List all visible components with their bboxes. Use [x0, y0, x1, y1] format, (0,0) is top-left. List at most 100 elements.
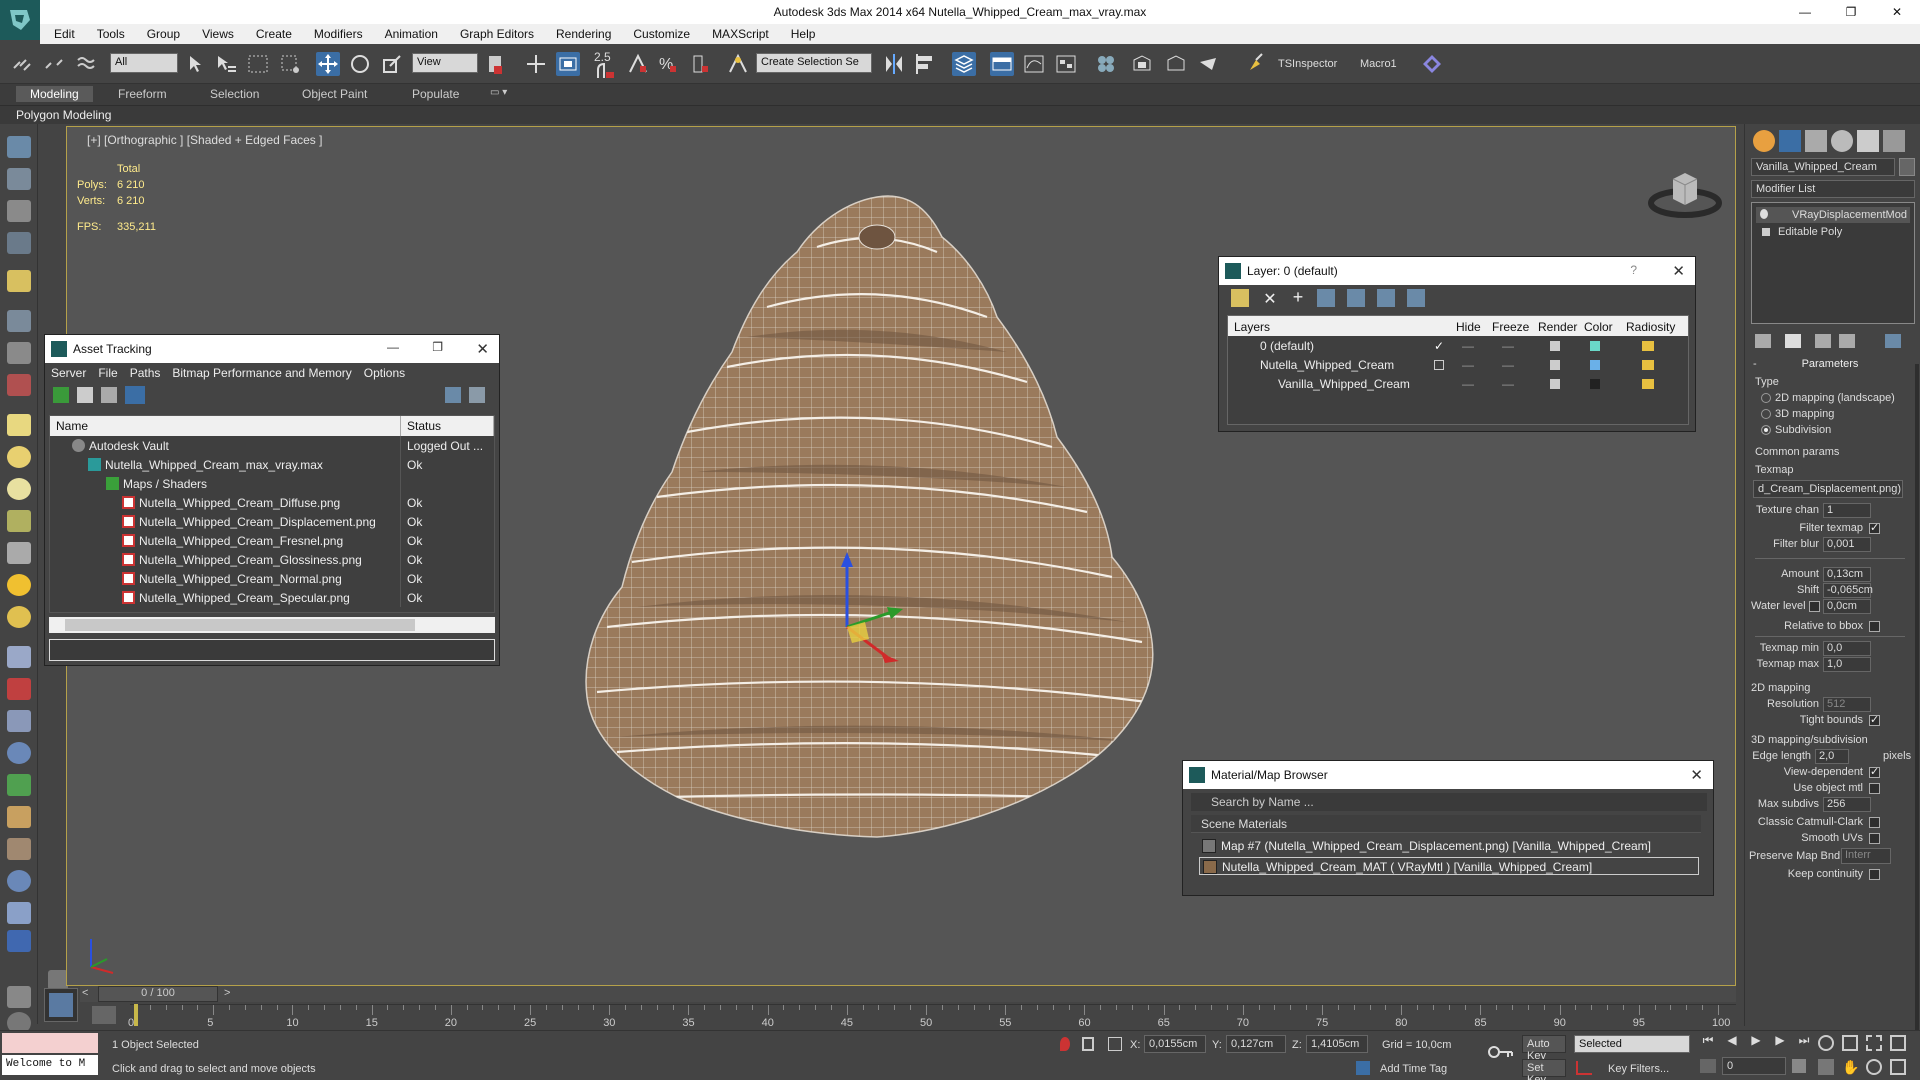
edge-length-spinner[interactable]: 2,0 [1815, 749, 1849, 764]
menu-group[interactable]: Group [147, 27, 180, 41]
select-objects-icon[interactable] [1317, 289, 1335, 307]
hide-all-icon[interactable] [1377, 289, 1395, 307]
table-row[interactable]: Maps / Shaders [50, 474, 494, 493]
layer-row[interactable]: Nutella_Whipped_Cream — — [1228, 355, 1688, 374]
grid-view-icon[interactable] [125, 386, 145, 404]
view-dependent-checkbox[interactable] [1869, 765, 1880, 778]
layer-col-layers[interactable]: Layers [1234, 320, 1270, 334]
selection-lock-icon[interactable] [1082, 1037, 1094, 1051]
water-level-spinner[interactable]: 0,0cm [1823, 599, 1871, 614]
layer-row[interactable]: 0 (default) ✓ — — [1228, 336, 1688, 355]
align-icon[interactable] [914, 52, 938, 76]
vray-proxy-icon[interactable] [7, 902, 31, 924]
mini-curve-editor-button[interactable] [44, 988, 78, 1022]
freeze-toggle[interactable]: — [1502, 377, 1514, 391]
render-setup-icon[interactable] [1130, 52, 1154, 76]
current-frame-marker[interactable] [134, 1004, 138, 1026]
refresh-icon[interactable] [53, 387, 69, 403]
snap-toggle-icon[interactable] [594, 60, 618, 80]
script-icon[interactable] [7, 986, 31, 1008]
menu-create[interactable]: Create [256, 27, 292, 41]
polygon-modeling-label[interactable]: Polygon Modeling [16, 108, 111, 122]
motion-tab-icon[interactable] [1831, 130, 1853, 152]
bind-spacewarp-icon[interactable] [74, 52, 98, 76]
key-tangent-icon[interactable] [1576, 1061, 1592, 1075]
play-icon[interactable]: ▶ [1748, 1033, 1764, 1049]
rollout-collapse-icon[interactable]: - [1753, 358, 1757, 370]
isolate-pin-icon[interactable] [1060, 1037, 1070, 1051]
menu-views[interactable]: Views [202, 27, 234, 41]
hide-toggle[interactable]: — [1462, 377, 1474, 391]
percent-snap-icon[interactable]: % [656, 52, 680, 76]
plane-icon[interactable] [7, 414, 31, 436]
modifier-stack-item[interactable]: VRayDisplacementMod [1756, 207, 1910, 223]
named-selection-dropdown[interactable]: Create Selection Se [756, 53, 872, 73]
zoom-extents-icon[interactable] [1866, 1035, 1882, 1051]
unlink-icon[interactable] [42, 52, 66, 76]
radio-3d-mapping-label[interactable]: 3D mapping [1775, 408, 1834, 420]
remove-modifier-icon[interactable] [1839, 334, 1855, 348]
display-tab-icon[interactable] [1857, 130, 1879, 152]
tab-populate[interactable]: Populate [412, 87, 459, 101]
minimize-button[interactable]: — [1782, 0, 1828, 24]
select-scale-icon[interactable] [380, 52, 404, 76]
show-end-result-icon[interactable] [1785, 334, 1801, 348]
render-toggle-icon[interactable] [1550, 341, 1560, 351]
asset-maximize-button[interactable]: ❐ [432, 340, 443, 354]
delete-layer-icon[interactable]: ✕ [1261, 289, 1279, 308]
tab-freeform[interactable]: Freeform [118, 87, 167, 101]
tab-modeling[interactable]: Modeling [16, 86, 93, 102]
next-frame-icon[interactable]: ▶ [1772, 1033, 1788, 1049]
maxscript-output[interactable]: Welcome to M [2, 1055, 98, 1075]
radio-subdivision-label[interactable]: Subdivision [1775, 424, 1831, 436]
layer-col-freeze[interactable]: Freeze [1492, 320, 1529, 334]
viewcube-icon[interactable] [1645, 157, 1725, 221]
spinner-snap-icon[interactable] [688, 52, 712, 76]
filter-blur-spinner[interactable]: 0,001 [1823, 537, 1871, 552]
auto-key-button[interactable]: Auto Key [1522, 1035, 1566, 1062]
asset-horizontal-scrollbar[interactable] [49, 617, 495, 633]
layer-color-swatch[interactable] [1590, 341, 1600, 351]
modifier-list-dropdown[interactable]: Modifier List [1751, 180, 1915, 198]
menu-animation[interactable]: Animation [385, 27, 438, 41]
use-object-mtl-checkbox[interactable] [1869, 783, 1880, 794]
layer-col-render[interactable]: Render [1538, 320, 1577, 334]
add-to-layer-icon[interactable]: + [1289, 288, 1307, 307]
layer-titlebar[interactable]: Layer: 0 (default) ? ✕ [1219, 257, 1695, 285]
radio-subdivision[interactable] [1761, 425, 1771, 435]
asset-menu-server[interactable]: Server [51, 366, 86, 380]
material-list-item[interactable]: Map #7 (Nutella_Whipped_Cream_Displaceme… [1199, 837, 1699, 855]
asset-menu-bitmap[interactable]: Bitmap Performance and Memory [172, 366, 351, 380]
time-tag-icon[interactable] [1356, 1061, 1370, 1075]
lightbulb-icon[interactable] [1760, 209, 1768, 219]
create-tab-icon[interactable] [1753, 130, 1775, 152]
sun-icon[interactable] [7, 574, 31, 596]
asset-path-field[interactable] [49, 639, 495, 661]
freeze-toggle[interactable]: — [1502, 339, 1514, 353]
hierarchy-tab-icon[interactable] [1805, 130, 1827, 152]
radio-3d-mapping[interactable] [1761, 409, 1771, 419]
pivot-center-icon[interactable] [484, 52, 508, 76]
key-mode-dropdown[interactable]: Selected [1574, 1035, 1690, 1053]
texture-chan-spinner[interactable]: 1 [1823, 503, 1871, 518]
cloth-icon[interactable] [7, 838, 31, 860]
key-icon[interactable] [1486, 1041, 1514, 1063]
asset-col-status[interactable]: Status [401, 416, 494, 436]
key-filters-button[interactable]: Key Filters... [1608, 1063, 1669, 1075]
asset-menu-paths[interactable]: Paths [130, 366, 161, 380]
highlight-layer-icon[interactable] [1347, 289, 1365, 307]
light-icon[interactable] [7, 270, 31, 292]
tight-bounds-checkbox[interactable] [1869, 713, 1880, 726]
polygon-modeling-bar[interactable]: Polygon Modeling [0, 106, 1920, 124]
scene-materials-section[interactable]: Scene Materials [1191, 815, 1701, 833]
macro-diamond-icon[interactable] [1420, 52, 1444, 76]
helper-icon[interactable] [7, 342, 31, 364]
material-search-input[interactable]: Search by Name ... [1191, 793, 1707, 811]
radiosity-toggle-icon[interactable] [1642, 379, 1654, 389]
array-icon[interactable] [7, 710, 31, 732]
layer-col-hide[interactable]: Hide [1456, 320, 1481, 334]
layer-color-swatch[interactable] [1590, 379, 1600, 389]
asset-close-button[interactable]: ✕ [476, 340, 489, 358]
hide-toggle[interactable]: — [1462, 339, 1474, 353]
omni-light-icon[interactable] [7, 478, 31, 500]
